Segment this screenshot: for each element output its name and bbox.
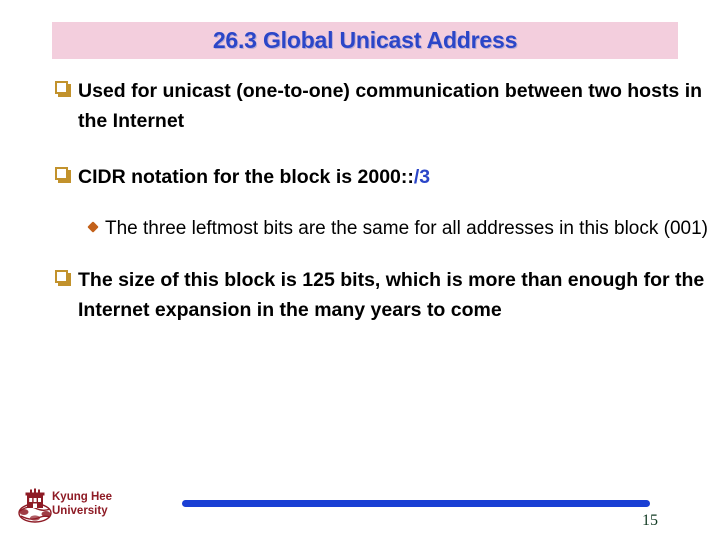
bullet-item-1: Used for unicast (one-to-one) communicat… [0,76,720,136]
slide-body: Used for unicast (one-to-one) communicat… [0,76,720,329]
diamond-bullet-icon [87,221,100,234]
page-title: 26.3 Global Unicast Address [212,27,518,53]
footer-divider-bar [182,500,650,507]
bullet-item-2: CIDR notation for the block is 2000::/3 [0,162,720,192]
slide-canvas: 26.3 Global Unicast Address Used for uni… [0,0,720,540]
bullet-item-3: The size of this block is 125 bits, whic… [0,265,720,325]
bullet-item-2-text: CIDR notation for the block is 2000:: [78,166,414,188]
hollow-square-bullet-icon [52,78,72,98]
cidr-prefix-length: /3 [413,166,431,188]
hollow-square-bullet-icon [52,267,72,287]
hollow-square-bullet-icon [52,164,72,184]
sub-bullet-item-1: The three leftmost bits are the same for… [0,214,720,243]
page-number: 15 [642,512,658,529]
university-name-line2: University [52,505,108,517]
sub-bullet-item-1-text: The three leftmost bits are the same for… [105,218,708,239]
bullet-item-1-text: Used for unicast (one-to-one) communicat… [78,80,703,132]
bullet-item-3-text: The size of this block is 125 bits, whic… [78,269,705,321]
university-name: Kyung Hee University [52,490,112,518]
kyung-hee-university-logo-icon [18,488,52,524]
university-name-line1: Kyung Hee [52,491,113,503]
